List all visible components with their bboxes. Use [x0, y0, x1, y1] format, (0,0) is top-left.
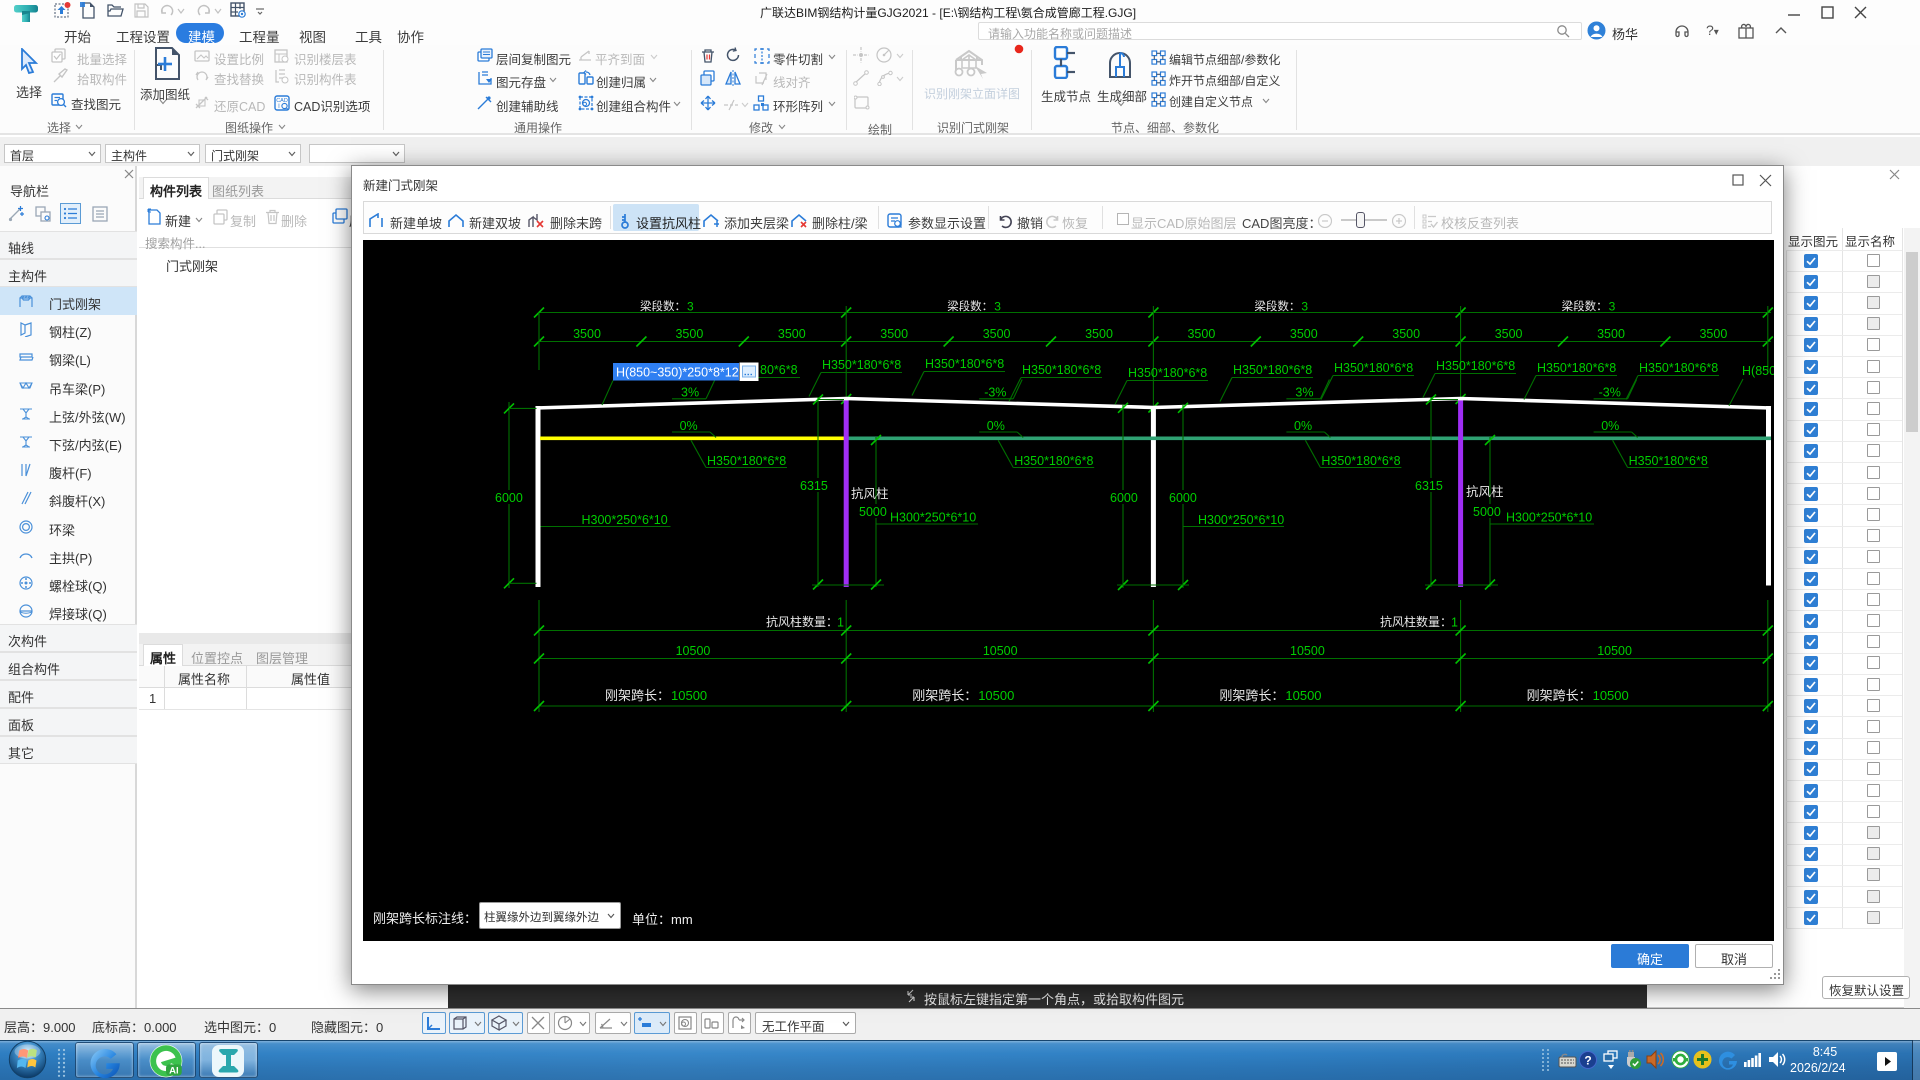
- svg-text:10500: 10500: [983, 644, 1018, 658]
- svg-text:3: 3: [994, 300, 1001, 314]
- svg-text:0%: 0%: [680, 419, 698, 433]
- svg-text:I: I: [278, 104, 280, 110]
- svg-text:3: 3: [687, 300, 694, 314]
- svg-text:1: 1: [837, 616, 844, 630]
- svg-text:6315: 6315: [1415, 479, 1443, 493]
- svg-text:抗风柱数量：: 抗风柱数量：: [1380, 614, 1452, 629]
- svg-text:H(850~350)*250*8*12: H(850~350)*250*8*12: [616, 366, 739, 380]
- svg-text:梁段数：: 梁段数：: [947, 299, 993, 313]
- svg-text:H350*180*6*8: H350*180*6*8: [925, 357, 1004, 371]
- svg-text:-3%: -3%: [1599, 386, 1621, 400]
- svg-text:3%: 3%: [1295, 386, 1313, 400]
- svg-text:0%: 0%: [1294, 419, 1312, 433]
- svg-text:?: ?: [1584, 1054, 1591, 1068]
- svg-text:3500: 3500: [778, 327, 806, 341]
- svg-text:H350*180*6*8: H350*180*6*8: [1629, 454, 1708, 468]
- svg-text:H350*180*6*8: H350*180*6*8: [822, 358, 901, 372]
- svg-text:H350*180*6*8: H350*180*6*8: [1436, 359, 1515, 373]
- svg-text:3: 3: [1301, 300, 1308, 314]
- svg-text:6000: 6000: [1169, 491, 1197, 505]
- svg-text:10500: 10500: [1597, 644, 1632, 658]
- svg-text:6000: 6000: [495, 491, 523, 505]
- svg-text:10500: 10500: [1285, 688, 1321, 703]
- svg-text:抗风柱: 抗风柱: [851, 486, 889, 501]
- svg-text:刚架跨长：: 刚架跨长：: [912, 688, 977, 703]
- svg-text:3500: 3500: [1392, 327, 1420, 341]
- svg-text:3500: 3500: [1290, 327, 1318, 341]
- svg-text:3500: 3500: [1187, 327, 1215, 341]
- svg-text:3500: 3500: [1699, 327, 1727, 341]
- svg-text:3500: 3500: [1495, 327, 1523, 341]
- svg-text:H350*180*6*8: H350*180*6*8: [1128, 366, 1207, 380]
- svg-text:H300*250*6*10: H300*250*6*10: [1198, 513, 1284, 527]
- svg-text:H350*180*6*8: H350*180*6*8: [1321, 454, 1400, 468]
- svg-text:H350*180*6*8: H350*180*6*8: [1639, 361, 1718, 375]
- svg-text:5000: 5000: [859, 505, 887, 519]
- svg-text:-3%: -3%: [984, 386, 1006, 400]
- svg-text:3500: 3500: [1597, 327, 1625, 341]
- svg-text:梁段数：: 梁段数：: [640, 299, 686, 313]
- svg-text:10500: 10500: [1290, 644, 1325, 658]
- svg-text:AI: AI: [169, 1065, 179, 1076]
- svg-text:H350*180*6*8: H350*180*6*8: [1022, 363, 1101, 377]
- svg-text:3500: 3500: [880, 327, 908, 341]
- svg-text:3500: 3500: [983, 327, 1011, 341]
- svg-text:H(850: H(850: [1742, 364, 1774, 378]
- svg-text:0%: 0%: [1601, 419, 1619, 433]
- svg-text:1: 1: [1451, 616, 1458, 630]
- svg-text:6000: 6000: [1110, 491, 1138, 505]
- svg-text:3500: 3500: [1085, 327, 1113, 341]
- svg-text:H350*180*6*8: H350*180*6*8: [1334, 361, 1413, 375]
- svg-text:H300*250*6*10: H300*250*6*10: [1506, 511, 1592, 525]
- svg-text:10500: 10500: [1593, 688, 1629, 703]
- svg-text:梁段数：: 梁段数：: [1562, 299, 1608, 313]
- svg-text:H350*180*6*8: H350*180*6*8: [1014, 454, 1093, 468]
- svg-text:刚架跨长：: 刚架跨长：: [1527, 688, 1592, 703]
- svg-text:10500: 10500: [978, 688, 1014, 703]
- svg-text:抗风柱: 抗风柱: [1466, 484, 1504, 499]
- svg-text:0%: 0%: [987, 419, 1005, 433]
- svg-text:80*6*8: 80*6*8: [760, 363, 798, 377]
- svg-text:梁段数：: 梁段数：: [1254, 299, 1300, 313]
- svg-text:H350*180*6*8: H350*180*6*8: [1233, 363, 1312, 377]
- svg-text:3500: 3500: [573, 327, 601, 341]
- svg-text:3500: 3500: [675, 327, 703, 341]
- svg-text:刚架跨长：: 刚架跨长：: [605, 688, 670, 703]
- svg-text:H350*180*6*8: H350*180*6*8: [707, 454, 786, 468]
- svg-text:H300*250*6*10: H300*250*6*10: [890, 511, 976, 525]
- svg-text:H300*250*6*10: H300*250*6*10: [582, 513, 668, 527]
- svg-text:H350*180*6*8: H350*180*6*8: [1537, 361, 1616, 375]
- svg-text:6315: 6315: [800, 479, 828, 493]
- svg-text:刚架跨长：: 刚架跨长：: [1219, 688, 1284, 703]
- svg-text:10500: 10500: [676, 644, 711, 658]
- svg-text:抗风柱数量：: 抗风柱数量：: [766, 614, 838, 629]
- svg-text:3%: 3%: [681, 386, 699, 400]
- svg-text:5000: 5000: [1473, 505, 1501, 519]
- svg-text:3: 3: [1609, 300, 1616, 314]
- svg-text:10500: 10500: [671, 688, 707, 703]
